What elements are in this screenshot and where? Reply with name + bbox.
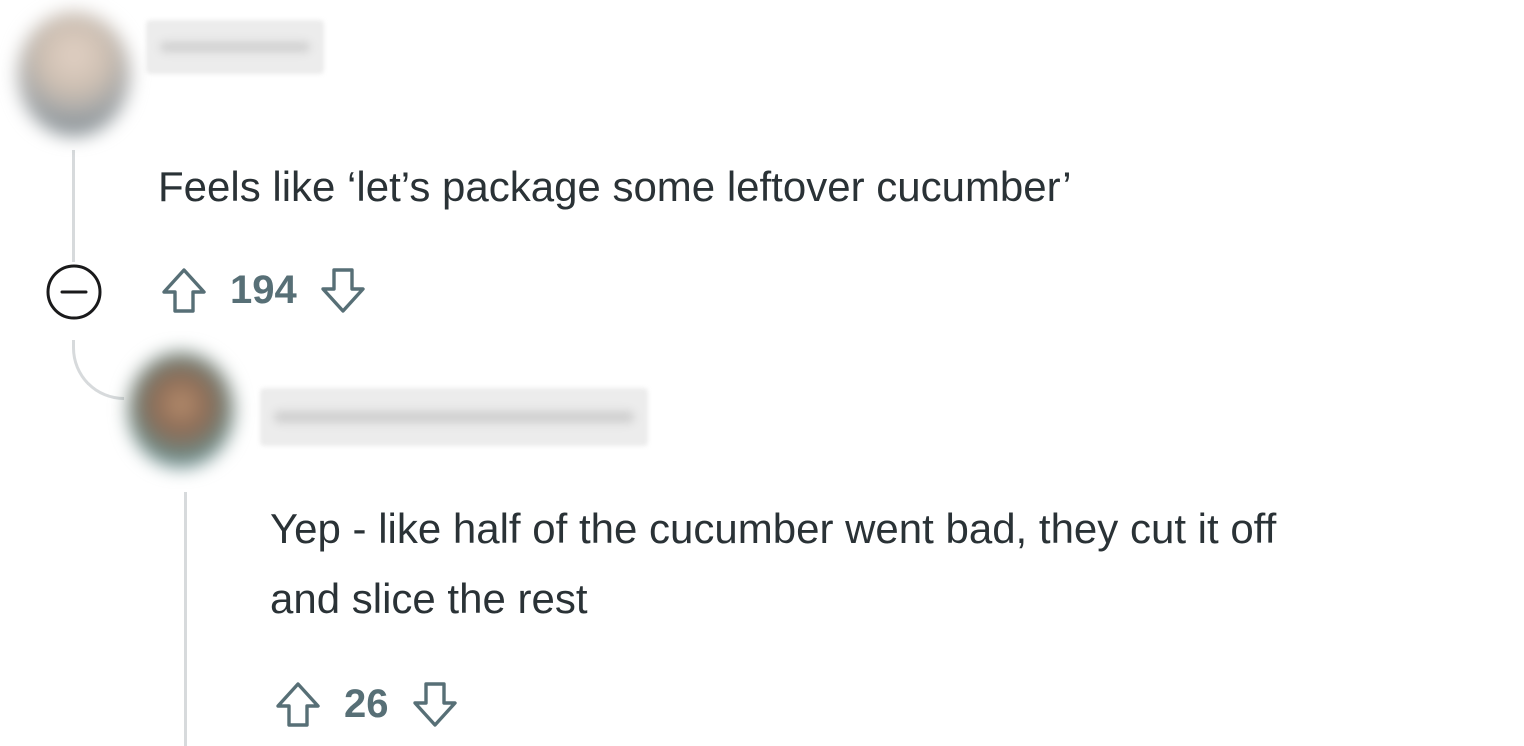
vote-controls: 194 (156, 262, 371, 318)
comment-text-line: Feels like ‘let’s package some leftover … (158, 163, 1072, 210)
thread-line-reply (184, 492, 187, 746)
username[interactable] (260, 388, 648, 446)
arrow-up-outline-icon (276, 682, 320, 727)
downvote-button[interactable] (407, 676, 463, 732)
comment-text-line: and slice the rest (270, 575, 588, 622)
thread-line-top (72, 150, 75, 262)
thread-line-branch (72, 340, 124, 400)
arrow-down-outline-icon (321, 268, 365, 313)
avatar[interactable] (128, 352, 234, 468)
collapse-thread-button[interactable] (46, 264, 102, 320)
upvote-button[interactable] (270, 676, 326, 732)
comment-text-line: Yep - like half of the cucumber went bad… (270, 505, 1277, 552)
vote-controls: 26 (270, 676, 463, 732)
comment-text: Yep - like half of the cucumber went bad… (270, 494, 1276, 634)
username[interactable] (146, 20, 324, 74)
downvote-button[interactable] (315, 262, 371, 318)
upvote-button[interactable] (156, 262, 212, 318)
comment-text: Feels like ‘let’s package some leftover … (158, 152, 1072, 222)
minus-circle-icon (46, 264, 102, 320)
vote-score: 194 (230, 267, 297, 312)
avatar[interactable] (18, 12, 130, 136)
vote-score: 26 (344, 681, 389, 726)
arrow-down-outline-icon (412, 682, 457, 727)
arrow-up-outline-icon (162, 268, 206, 313)
